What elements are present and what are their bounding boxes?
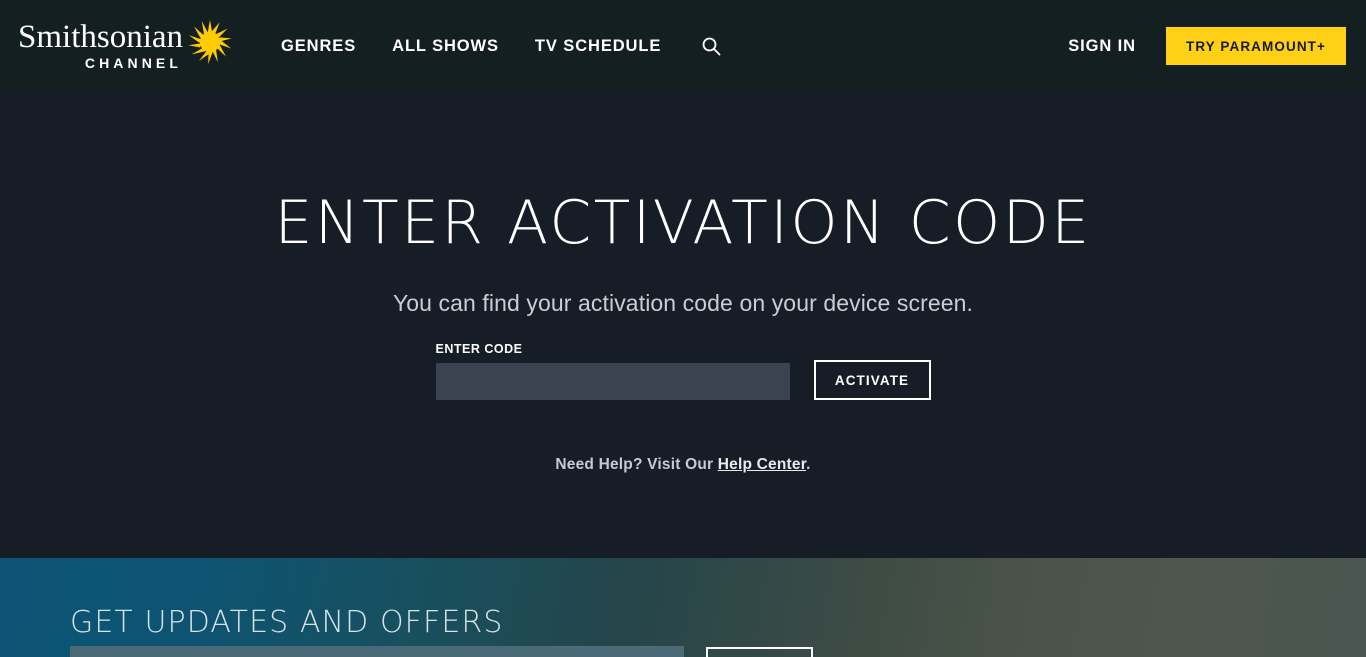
activation-form: ENTER CODE ACTIVATE <box>0 342 1366 400</box>
help-text-prefix: Need Help? Visit Our <box>555 456 718 473</box>
updates-title: GET UPDATES AND OFFERS <box>70 605 504 640</box>
help-text-suffix: . <box>806 456 811 473</box>
sign-in-link[interactable]: SIGN IN <box>1068 37 1136 56</box>
try-paramount-plus-button[interactable]: TRY PARAMOUNT+ <box>1165 27 1346 65</box>
updates-section: GET UPDATES AND OFFERS <box>0 558 1366 657</box>
activate-button[interactable]: ACTIVATE <box>813 360 931 400</box>
primary-nav: GENRES ALL SHOWS TV SCHEDULE <box>263 0 733 92</box>
page-subtitle: You can find your activation code on you… <box>392 290 974 316</box>
header-actions: SIGN IN TRY PARAMOUNT+ <box>1068 0 1366 92</box>
nav-item-all-shows[interactable]: ALL SHOWS <box>374 37 517 56</box>
help-text: Need Help? Visit Our Help Center. <box>0 456 1366 474</box>
search-icon[interactable] <box>689 24 733 68</box>
page-root: Smithsonian CHANNEL GENRES ALL SHOWS TV … <box>0 0 1366 657</box>
nav-item-tv-schedule[interactable]: TV SCHEDULE <box>517 37 679 56</box>
help-center-link[interactable]: Help Center <box>718 456 806 473</box>
activation-section: ENTER ACTIVATION CODE You can find your … <box>0 92 1366 558</box>
logo-primary-text: Smithsonian <box>18 19 184 55</box>
code-field-label: ENTER CODE <box>435 342 523 356</box>
updates-submit-button[interactable] <box>706 647 813 657</box>
code-field-group: ENTER CODE <box>435 342 790 400</box>
page-title: ENTER ACTIVATION CODE <box>274 188 1092 258</box>
logo-secondary-text: CHANNEL <box>84 55 183 71</box>
updates-email-input[interactable] <box>70 646 684 657</box>
logo-wordmark: Smithsonian CHANNEL <box>18 20 183 72</box>
nav-item-genres[interactable]: GENRES <box>263 37 374 56</box>
activation-code-input[interactable] <box>435 363 790 400</box>
sunburst-icon <box>187 19 233 70</box>
site-logo[interactable]: Smithsonian CHANNEL <box>18 17 233 75</box>
site-header: Smithsonian CHANNEL GENRES ALL SHOWS TV … <box>0 0 1366 92</box>
